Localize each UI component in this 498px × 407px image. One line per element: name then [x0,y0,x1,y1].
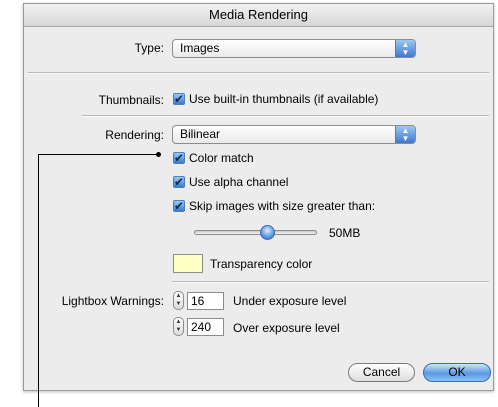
alpha-channel-checkbox-row[interactable]: ✔ Use alpha channel [173,175,288,189]
color-match-checkbox-row[interactable]: ✔ Color match [173,151,254,165]
media-rendering-dialog: Media Rendering Type: Images ▲ ▼ Thumbnai… [23,3,494,391]
updown-arrows-icon: ▲ ▼ [395,40,415,57]
updown-arrows-icon: ▲ ▼ [395,126,415,143]
checkmark-icon[interactable]: ✔ [173,152,185,164]
type-popup-value: Images [180,41,220,55]
thumbnails-label: Thumbnails: [98,93,164,107]
transparency-color-swatch[interactable] [173,254,203,273]
rendering-label: Rendering: [105,128,164,142]
use-thumbnails-checkbox-row[interactable]: ✔ Use built-in thumbnails (if available) [173,92,378,106]
rendering-popup[interactable]: Bilinear ▲ ▼ [172,125,416,144]
size-slider-knob[interactable] [260,225,275,240]
over-exposure-label: Over exposure level [233,321,340,335]
use-thumbnails-label: Use built-in thumbnails (if available) [189,92,379,106]
checkmark-icon[interactable]: ✔ [173,93,185,105]
callout-line [38,154,158,155]
checkmark-icon[interactable]: ✔ [173,176,185,188]
type-label: Type: [134,41,164,55]
over-exposure-stepper[interactable]: ▲ ▼ [173,317,184,336]
transparency-color-label: Transparency color [210,257,313,271]
size-slider-value: 50MB [329,226,361,240]
size-slider-track[interactable] [194,230,317,235]
callout-dot [156,152,161,157]
under-exposure-field[interactable]: 16 [187,292,224,310]
cancel-button[interactable]: Cancel [348,363,415,382]
under-exposure-stepper[interactable]: ▲ ▼ [173,291,184,310]
alpha-channel-label: Use alpha channel [189,175,289,189]
lightbox-warnings-label: Lightbox Warnings: [61,294,164,308]
ok-button[interactable]: OK [423,363,491,382]
skip-large-images-checkbox-row[interactable]: ✔ Skip images with size greater than: [173,199,375,213]
skip-large-images-label: Skip images with size greater than: [189,199,376,213]
over-exposure-field[interactable]: 240 [187,318,224,336]
checkmark-icon[interactable]: ✔ [173,200,185,212]
separator [28,72,489,74]
callout-line [38,154,39,407]
under-exposure-label: Under exposure level [233,294,347,308]
separator [172,281,489,283]
window-title: Media Rendering [24,4,493,27]
color-match-label: Color match [189,151,254,165]
separator [82,115,489,117]
rendering-popup-value: Bilinear [180,127,221,141]
type-popup[interactable]: Images ▲ ▼ [172,39,416,58]
